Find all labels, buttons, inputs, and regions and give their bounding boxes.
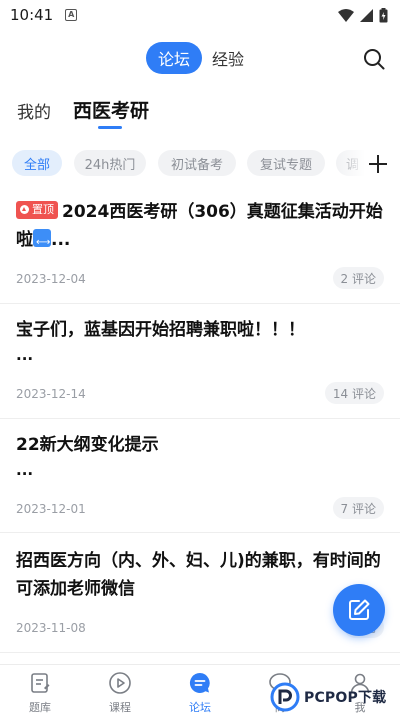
post-date: 2023-12-01 bbox=[16, 502, 86, 516]
plus-icon[interactable] bbox=[364, 150, 392, 178]
nav-label: 论坛 bbox=[189, 701, 211, 714]
tab-mine[interactable]: 我的 bbox=[17, 98, 51, 123]
notification-icon: A bbox=[65, 9, 78, 21]
post-title: 招西医方向（内、外、妇、儿)的兼职，有时间的可添加老师微信 bbox=[16, 551, 381, 599]
post-excerpt: ... bbox=[16, 346, 34, 364]
chip-all[interactable]: 全部 bbox=[12, 150, 62, 176]
comment-count: 2 评论 bbox=[332, 267, 384, 289]
status-bar: 10:41 A bbox=[0, 0, 400, 30]
pcpop-logo bbox=[270, 682, 300, 712]
pin-icon bbox=[20, 205, 29, 214]
nav-question-bank[interactable]: 题库 bbox=[10, 671, 70, 715]
compose-button[interactable] bbox=[333, 584, 385, 636]
nav-label: 课程 bbox=[109, 701, 131, 714]
post-title-tail: ... bbox=[51, 230, 71, 250]
post-date: 2023-11-08 bbox=[16, 621, 86, 635]
edit-icon bbox=[349, 599, 370, 620]
top-header: 论坛 经验 bbox=[0, 40, 400, 80]
post-title-text: 2024西医考研（306）真题征集活动开始啦 bbox=[16, 202, 383, 250]
wifi-icon bbox=[338, 8, 354, 22]
segment-switch: 论坛 经验 bbox=[146, 42, 244, 74]
status-icons bbox=[338, 7, 388, 23]
chat-bubble-icon bbox=[189, 672, 210, 693]
chip-retest[interactable]: 复试专题 bbox=[247, 150, 325, 176]
post-title: 置顶2024西医考研（306）真题征集活动开始啦... bbox=[16, 198, 384, 267]
post-item[interactable]: 22新大纲变化提示 ... 2023-12-01 7 评论 bbox=[0, 419, 400, 533]
post-date: 2023-12-14 bbox=[16, 387, 86, 401]
nav-forum[interactable]: 论坛 bbox=[170, 671, 230, 715]
pin-label: 置顶 bbox=[32, 202, 54, 216]
battery-icon bbox=[379, 7, 388, 22]
nav-courses[interactable]: 课程 bbox=[90, 671, 150, 715]
chip-24h-hot[interactable]: 24h热门 bbox=[74, 150, 146, 176]
play-circle-icon bbox=[109, 672, 131, 694]
pin-badge: 置顶 bbox=[16, 200, 58, 219]
segment-forum[interactable]: 论坛 bbox=[146, 42, 203, 74]
post-item[interactable]: 宝子们，蓝基因开始招聘兼职啦！！！ ... 2023-12-14 14 评论 bbox=[0, 304, 400, 419]
status-time: 10:41 bbox=[10, 6, 54, 24]
watermark: PCPOP下载 bbox=[270, 682, 386, 712]
question-bank-icon bbox=[31, 673, 50, 693]
tab-underline bbox=[98, 126, 122, 129]
tab-western-medicine[interactable]: 西医考研 bbox=[73, 96, 149, 123]
on-toggle-icon bbox=[33, 229, 51, 267]
sub-tabs: 我的 西医考研 bbox=[0, 92, 400, 132]
segment-experience[interactable]: 经验 bbox=[212, 46, 244, 70]
nav-label: 题库 bbox=[29, 701, 51, 714]
post-item[interactable]: 置顶2024西医考研（306）真题征集活动开始啦... 2023-12-04 2… bbox=[0, 190, 400, 304]
comment-count: 14 评论 bbox=[324, 382, 384, 404]
post-title: 宝子们，蓝基因开始招聘兼职啦！！！ bbox=[16, 320, 305, 340]
chips-fade bbox=[335, 148, 365, 178]
filter-chips: 全部 24h热门 初试备考 复试专题 调 bbox=[0, 148, 400, 178]
chip-first-exam[interactable]: 初试备考 bbox=[158, 150, 236, 176]
comment-count: 7 评论 bbox=[332, 497, 384, 519]
post-date: 2023-12-04 bbox=[16, 272, 86, 286]
post-excerpt: ... bbox=[16, 461, 34, 479]
watermark-text: PCPOP下载 bbox=[304, 690, 387, 706]
signal-icon bbox=[360, 8, 373, 22]
post-title: 22新大纲变化提示 bbox=[16, 435, 159, 455]
search-icon[interactable] bbox=[362, 47, 386, 71]
